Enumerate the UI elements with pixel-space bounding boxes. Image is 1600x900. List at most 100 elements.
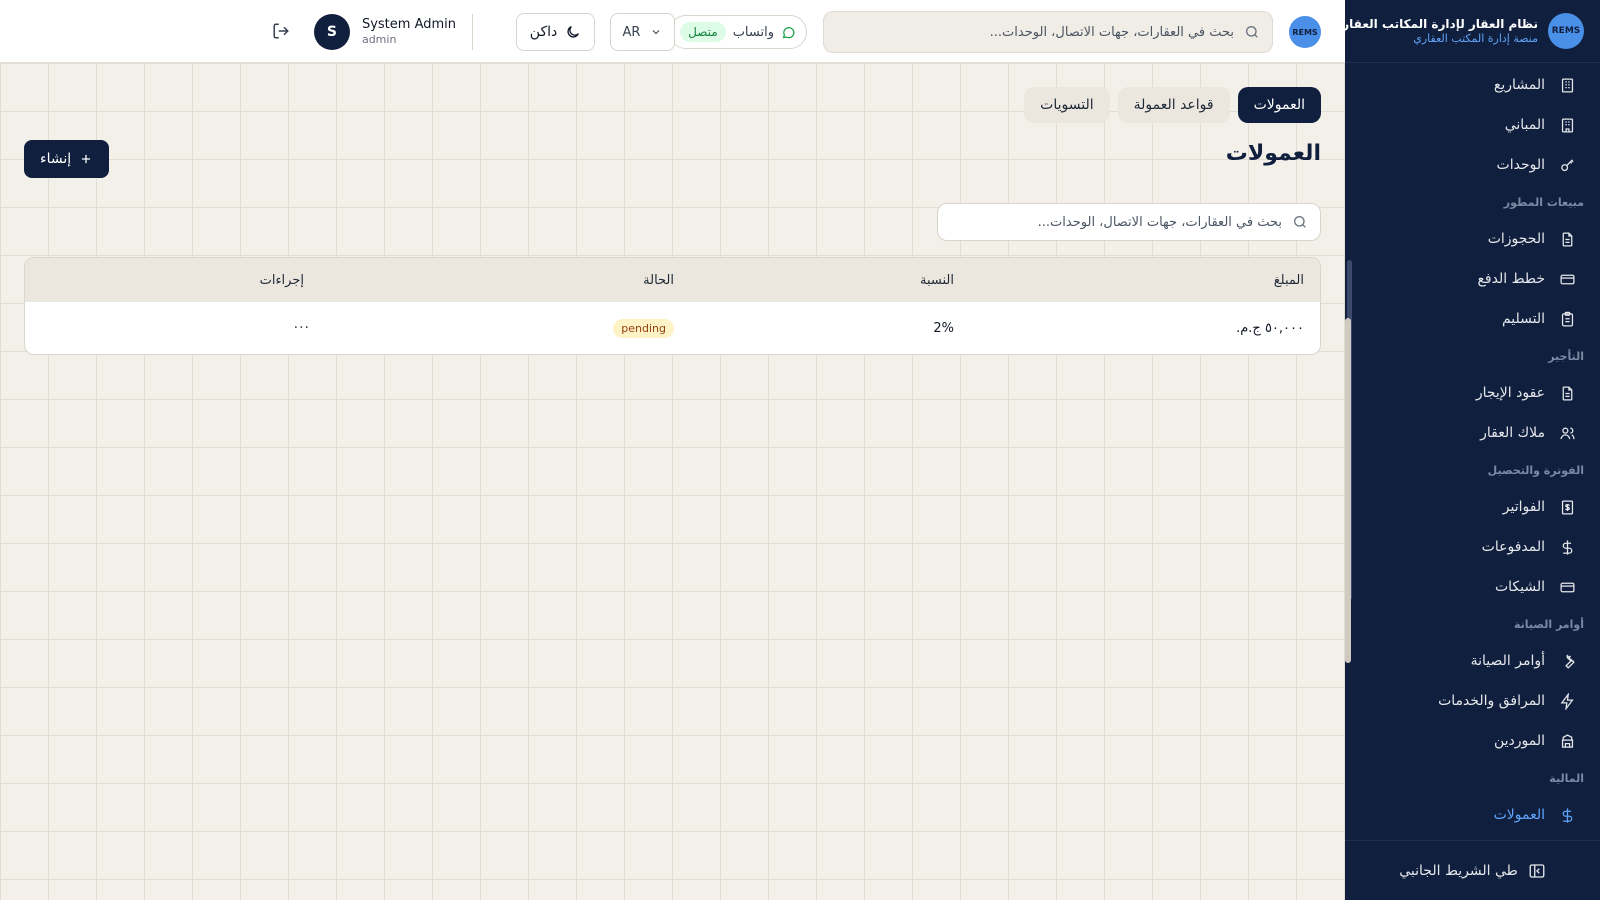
sidebar-item-label: المرافق والخدمات bbox=[1438, 693, 1545, 709]
card-icon bbox=[1560, 582, 1575, 592]
building-icon bbox=[1561, 117, 1574, 133]
dollar-icon bbox=[1562, 539, 1573, 555]
search-icon bbox=[1246, 26, 1258, 38]
sidebar-item-payment-plans[interactable]: خطط الدفع bbox=[1345, 259, 1600, 299]
sidebar-section-leasing: التأجير bbox=[1548, 349, 1584, 363]
logout-button[interactable] bbox=[272, 22, 292, 42]
chevron-down-icon bbox=[653, 30, 660, 35]
sidebar-item-commissions[interactable]: العمولات bbox=[1345, 795, 1600, 835]
sidebar-item-vendors[interactable]: الموردين bbox=[1345, 721, 1600, 761]
moon-icon bbox=[567, 26, 580, 38]
column-header-rate[interactable]: النسبة bbox=[690, 273, 970, 288]
whatsapp-connected-badge: متصل bbox=[680, 22, 726, 42]
sidebar-item-label: المشاريع bbox=[1493, 77, 1545, 93]
wrench-icon bbox=[1565, 653, 1575, 669]
app-avatar[interactable]: REMS bbox=[1289, 16, 1321, 48]
whatsapp-status[interactable]: واتساب متصل bbox=[669, 15, 807, 49]
sidebar-item-label: التسليم bbox=[1501, 311, 1545, 327]
users-icon bbox=[1560, 427, 1575, 439]
bolt-icon bbox=[1560, 692, 1574, 710]
sidebar-item-payments[interactable]: المدفوعات bbox=[1345, 527, 1600, 567]
cell-rate: 2% bbox=[933, 320, 954, 336]
global-search-input[interactable] bbox=[836, 24, 1234, 40]
sidebar-item-label: المباني bbox=[1504, 117, 1545, 133]
plus-icon bbox=[82, 154, 91, 164]
sidebar-item-owners[interactable]: ملاك العقار bbox=[1345, 413, 1600, 453]
theme-label: داكن bbox=[529, 24, 558, 40]
table-row[interactable]: ٥٠,٠٠٠ ج.م. 2% pending ··· bbox=[25, 302, 1320, 354]
sidebar-item-cheques[interactable]: الشيكات bbox=[1345, 567, 1600, 607]
create-button[interactable]: إنشاء bbox=[24, 140, 110, 178]
brand: REMS نظام العقار لإدارة المكاتب العقارية… bbox=[1330, 0, 1600, 63]
store-icon bbox=[1561, 733, 1574, 748]
create-label: إنشاء bbox=[40, 151, 72, 167]
tab-settlements[interactable]: التسويات bbox=[1024, 87, 1110, 123]
sidebar-item-label: الموردين bbox=[1493, 733, 1545, 749]
user-role: admin bbox=[361, 33, 397, 47]
dollar-icon bbox=[1562, 807, 1573, 823]
sidebar-item-leases[interactable]: عقود الإيجار bbox=[1345, 373, 1600, 413]
brand-subtitle: منصة إدارة المكتب العقاري bbox=[1413, 31, 1538, 45]
sidebar-item-invoices[interactable]: الفواتير bbox=[1345, 487, 1600, 527]
search-icon bbox=[1294, 216, 1306, 228]
whatsapp-label: واتساب bbox=[732, 24, 774, 40]
user-name: System Admin bbox=[361, 17, 456, 32]
sidebar-section-developer-sales: مبيعات المطور bbox=[1503, 195, 1584, 209]
sidebar-item-handover[interactable]: التسليم bbox=[1345, 299, 1600, 339]
receipt-icon bbox=[1561, 499, 1574, 515]
sidebar-item-projects[interactable]: المشاريع bbox=[1345, 65, 1600, 105]
sidebar-item-work-orders[interactable]: أوامر الصيانة bbox=[1345, 641, 1600, 681]
key-icon bbox=[1561, 158, 1574, 171]
language-select[interactable]: AR bbox=[610, 13, 675, 51]
tab-commission-rules[interactable]: قواعد العمولة bbox=[1117, 87, 1230, 123]
column-header-actions: إجراءات bbox=[259, 272, 304, 288]
brand-logo: REMS bbox=[1548, 13, 1584, 49]
theme-toggle-button[interactable]: داكن bbox=[516, 13, 595, 51]
status-badge: pending bbox=[613, 318, 674, 338]
clipboard-icon bbox=[1561, 311, 1574, 327]
avatar: S bbox=[313, 14, 350, 50]
collapse-sidebar-button[interactable]: طي الشريط الجانبي bbox=[1345, 840, 1600, 900]
divider bbox=[472, 14, 473, 50]
sidebar-item-buildings[interactable]: المباني bbox=[1345, 105, 1600, 145]
sidebar-section-billing: الفوترة والتحصيل bbox=[1487, 463, 1584, 477]
sidebar-item-label: ملاك العقار bbox=[1480, 425, 1545, 441]
collapse-sidebar-label: طي الشريط الجانبي bbox=[1399, 862, 1518, 879]
column-header-status[interactable]: الحالة bbox=[320, 273, 690, 288]
sidebar-item-label: الحجوزات bbox=[1487, 231, 1545, 247]
brand-name: نظام العقار لإدارة المكاتب العقارية bbox=[1330, 17, 1538, 32]
sidebar-item-reservations[interactable]: الحجوزات bbox=[1345, 219, 1600, 259]
sidebar-section-maintenance: أوامر الصيانة bbox=[1513, 617, 1584, 631]
main-content: العمولات قواعد العمولة التسويات العمولات… bbox=[0, 63, 1351, 900]
tab-commissions[interactable]: العمولات bbox=[1237, 87, 1321, 123]
sidebar-item-utilities[interactable]: المرافق والخدمات bbox=[1345, 681, 1600, 721]
column-header-amount[interactable]: المبلغ bbox=[970, 273, 1320, 288]
sidebar-item-label: العمولات bbox=[1493, 807, 1545, 823]
row-actions-button[interactable]: ··· bbox=[294, 320, 310, 336]
main-scrollbar[interactable] bbox=[1345, 318, 1351, 663]
sidebar: REMS نظام العقار لإدارة المكاتب العقارية… bbox=[1330, 0, 1600, 900]
building-icon bbox=[1561, 77, 1574, 93]
file-icon bbox=[1562, 385, 1573, 401]
sidebar-item-label: خطط الدفع bbox=[1477, 271, 1545, 287]
commissions-table: المبلغ النسبة الحالة إجراءات ٥٠,٠٠٠ ج.م.… bbox=[24, 257, 1321, 355]
list-search[interactable] bbox=[937, 203, 1321, 241]
sidebar-item-label: أوامر الصيانة bbox=[1470, 653, 1545, 669]
chat-bubble-icon bbox=[782, 26, 795, 38]
sidebar-nav: المشاريع المباني الوحدات مبيعات المطور ا… bbox=[1345, 63, 1600, 835]
table-header: المبلغ النسبة الحالة إجراءات bbox=[25, 258, 1320, 302]
language-value: AR bbox=[622, 24, 641, 40]
sidebar-item-units[interactable]: الوحدات bbox=[1345, 145, 1600, 185]
sidebar-section-finance: المالية bbox=[1549, 771, 1584, 785]
sidebar-item-label: المدفوعات bbox=[1481, 539, 1545, 555]
user-menu[interactable]: S System Admin admin bbox=[313, 14, 456, 50]
card-icon bbox=[1560, 274, 1575, 284]
top-bar: REMS واتساب متصل AR داكن S System Admin … bbox=[0, 0, 1345, 63]
global-search[interactable] bbox=[823, 11, 1273, 53]
page-title: العمولات bbox=[1225, 141, 1321, 166]
list-search-input[interactable] bbox=[950, 214, 1282, 230]
cell-amount: ٥٠,٠٠٠ ج.م. bbox=[1236, 320, 1304, 336]
logout-icon bbox=[273, 23, 289, 39]
sidebar-item-label: الوحدات bbox=[1496, 157, 1545, 173]
file-icon bbox=[1562, 231, 1573, 247]
